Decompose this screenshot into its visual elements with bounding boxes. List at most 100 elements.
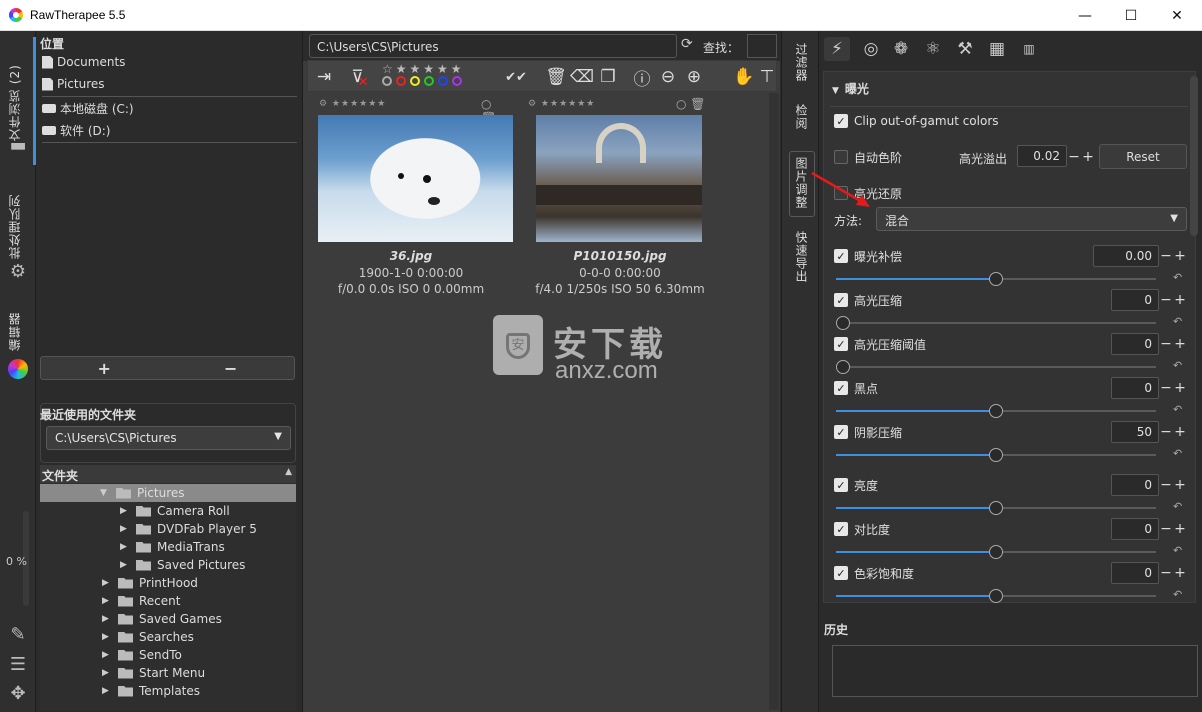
hand-icon[interactable]: ✋	[732, 61, 756, 93]
expand-arrow-icon[interactable]: ▶	[102, 596, 112, 606]
slider-enable-checkbox[interactable]: ✓	[834, 425, 848, 439]
auto-levels-checkbox[interactable]	[834, 150, 848, 164]
preferences-icon[interactable]: ☰	[6, 654, 30, 676]
slider-value-input[interactable]: 0	[1111, 474, 1159, 496]
decrement-button[interactable]: −	[1159, 423, 1173, 441]
increment-button[interactable]: +	[1173, 247, 1187, 265]
place-documents[interactable]: Documents	[42, 51, 297, 73]
expand-arrow-icon[interactable]: ▼	[100, 488, 110, 498]
slider-track[interactable]	[836, 316, 1156, 330]
thumbnail-item[interactable]: ⚙ ★★★★★★ ○ 🗑 P1010150.jpg 0-0-0 0:00:00 …	[520, 97, 725, 307]
slider-value-input[interactable]: 0	[1111, 518, 1159, 540]
color-wheel-icon[interactable]	[6, 358, 30, 380]
zoom-in-icon[interactable]: ⊕	[682, 61, 706, 93]
expand-arrow-icon[interactable]: ▶	[120, 560, 130, 570]
filter-clear-icon[interactable]: ⊽ ✕	[346, 61, 374, 93]
reset-slider-icon[interactable]: ↶	[1173, 588, 1185, 601]
slider-enable-checkbox[interactable]: ✓	[834, 293, 848, 307]
expand-arrow-icon[interactable]: ▶	[120, 542, 130, 552]
transform-tab-icon[interactable]: ⚒	[952, 37, 978, 61]
slider-track[interactable]	[836, 360, 1156, 374]
maximize-button[interactable]: ☐	[1108, 0, 1154, 31]
slider-value-input[interactable]: 0	[1111, 333, 1159, 355]
color-label-filter[interactable]	[382, 76, 462, 86]
drive-d[interactable]: 软件 (D:)	[42, 119, 297, 141]
increment-button[interactable]: +	[1173, 291, 1187, 309]
tree-row[interactable]: ▶ Start Menu	[102, 664, 205, 682]
color-label-purple-icon[interactable]	[452, 76, 462, 86]
thumbnail-image-seal[interactable]	[318, 115, 513, 242]
tree-row[interactable]: ▶ Searches	[102, 628, 194, 646]
decrement-button[interactable]: −	[1159, 476, 1173, 494]
advanced-tab-icon[interactable]: ⚛	[920, 37, 946, 61]
clip-gamut-checkbox[interactable]: ✓	[834, 114, 848, 128]
tree-row[interactable]: ▶ Camera Roll	[120, 502, 230, 520]
thumb-stars-icon[interactable]: ⚙ ★★★★★★	[319, 99, 386, 109]
chevron-up-icon[interactable]: ▲	[285, 467, 292, 477]
highlight-clip-input[interactable]: 0.02	[1017, 145, 1067, 167]
star-filter-icons[interactable]: ☆★★★★★	[382, 62, 465, 76]
expand-arrow-icon[interactable]: ▶	[102, 668, 112, 678]
slider-value-input[interactable]: 0	[1111, 289, 1159, 311]
history-list[interactable]	[832, 645, 1198, 697]
expand-arrow-icon[interactable]: ▶	[102, 650, 112, 660]
tree-row[interactable]: ▶ Templates	[102, 682, 200, 700]
tab-inspect[interactable]: 检阅	[793, 104, 810, 140]
increment-button[interactable]: +	[1173, 379, 1187, 397]
color-label-blue-icon[interactable]	[438, 76, 448, 86]
slider-knob[interactable]	[989, 272, 1003, 286]
slider-track[interactable]	[836, 589, 1156, 603]
thumbnail-item[interactable]: ⚙ ★★★★★★ ○ 🗑 36.jpg 1900-1-0 0:00:00 f/0…	[303, 97, 513, 307]
reset-slider-icon[interactable]: ↶	[1173, 271, 1185, 284]
color-tab-icon[interactable]: ❁	[888, 37, 914, 61]
slider-track[interactable]	[836, 272, 1156, 286]
slider-value-input[interactable]: 50	[1111, 421, 1159, 443]
color-label-green-icon[interactable]	[424, 76, 434, 86]
slider-knob[interactable]	[989, 545, 1003, 559]
toggle-left-panel-icon[interactable]: ⇥	[312, 61, 336, 93]
info-icon[interactable]: ⓘ	[630, 61, 654, 93]
reset-slider-icon[interactable]: ↶	[1173, 315, 1185, 328]
clip-gamut-row[interactable]: ✓ Clip out-of-gamut colors	[834, 110, 1189, 132]
expand-arrow-icon[interactable]: ▶	[102, 632, 112, 642]
slider-value-input[interactable]: 0	[1111, 562, 1159, 584]
path-input[interactable]: C:\Users\CS\Pictures	[309, 34, 677, 58]
exposure-tab-icon[interactable]: ⚡	[824, 37, 850, 61]
slider-track[interactable]	[836, 501, 1156, 515]
refresh-icon[interactable]: ⟳	[681, 36, 693, 52]
expand-arrow-icon[interactable]: ▶	[102, 578, 112, 588]
increment-button[interactable]: +	[1173, 564, 1187, 582]
increment-button[interactable]: +	[1173, 520, 1187, 538]
slider-knob[interactable]	[989, 448, 1003, 462]
place-pictures[interactable]: Pictures	[42, 73, 297, 95]
expand-arrow-icon[interactable]: ▶	[120, 524, 130, 534]
slider-value-input[interactable]: 0	[1111, 377, 1159, 399]
remove-place-button[interactable]: −	[168, 359, 295, 378]
raw-tab-icon[interactable]: ▦	[984, 37, 1010, 61]
send-to-editor-icon[interactable]: ✎	[6, 624, 30, 646]
slider-track[interactable]	[836, 448, 1156, 462]
slider-enable-checkbox[interactable]: ✓	[834, 381, 848, 395]
expand-arrow-icon[interactable]: ▶	[102, 614, 112, 624]
close-button[interactable]: ✕	[1154, 0, 1200, 31]
fullscreen-icon[interactable]: ✥	[6, 683, 30, 705]
reset-slider-icon[interactable]: ↶	[1173, 544, 1185, 557]
decrement-button[interactable]: −	[1159, 291, 1173, 309]
increment-button[interactable]: +	[1173, 476, 1187, 494]
tab-editor[interactable]: 编辑器	[6, 299, 23, 351]
slider-track[interactable]	[836, 545, 1156, 559]
reset-slider-icon[interactable]: ↶	[1173, 500, 1185, 513]
exposure-section[interactable]: ▼ 曝光	[832, 80, 869, 97]
tab-file-browser[interactable]: 文件浏览 (2)	[6, 41, 23, 141]
decrement-button[interactable]: −	[1159, 247, 1173, 265]
reset-slider-icon[interactable]: ↶	[1173, 403, 1185, 416]
center-scrollbar[interactable]	[769, 93, 779, 710]
slider-enable-checkbox[interactable]: ✓	[834, 566, 848, 580]
drive-c[interactable]: 本地磁盘 (C:)	[42, 97, 297, 119]
reset-slider-icon[interactable]: ↶	[1173, 359, 1185, 372]
straighten-icon[interactable]: ⊤	[758, 61, 776, 93]
reset-slider-icon[interactable]: ↶	[1173, 447, 1185, 460]
tree-row[interactable]: ▶ Saved Pictures	[120, 556, 245, 574]
slider-enable-checkbox[interactable]: ✓	[834, 522, 848, 536]
tree-row-pictures[interactable]: ▼ Pictures	[100, 484, 185, 502]
